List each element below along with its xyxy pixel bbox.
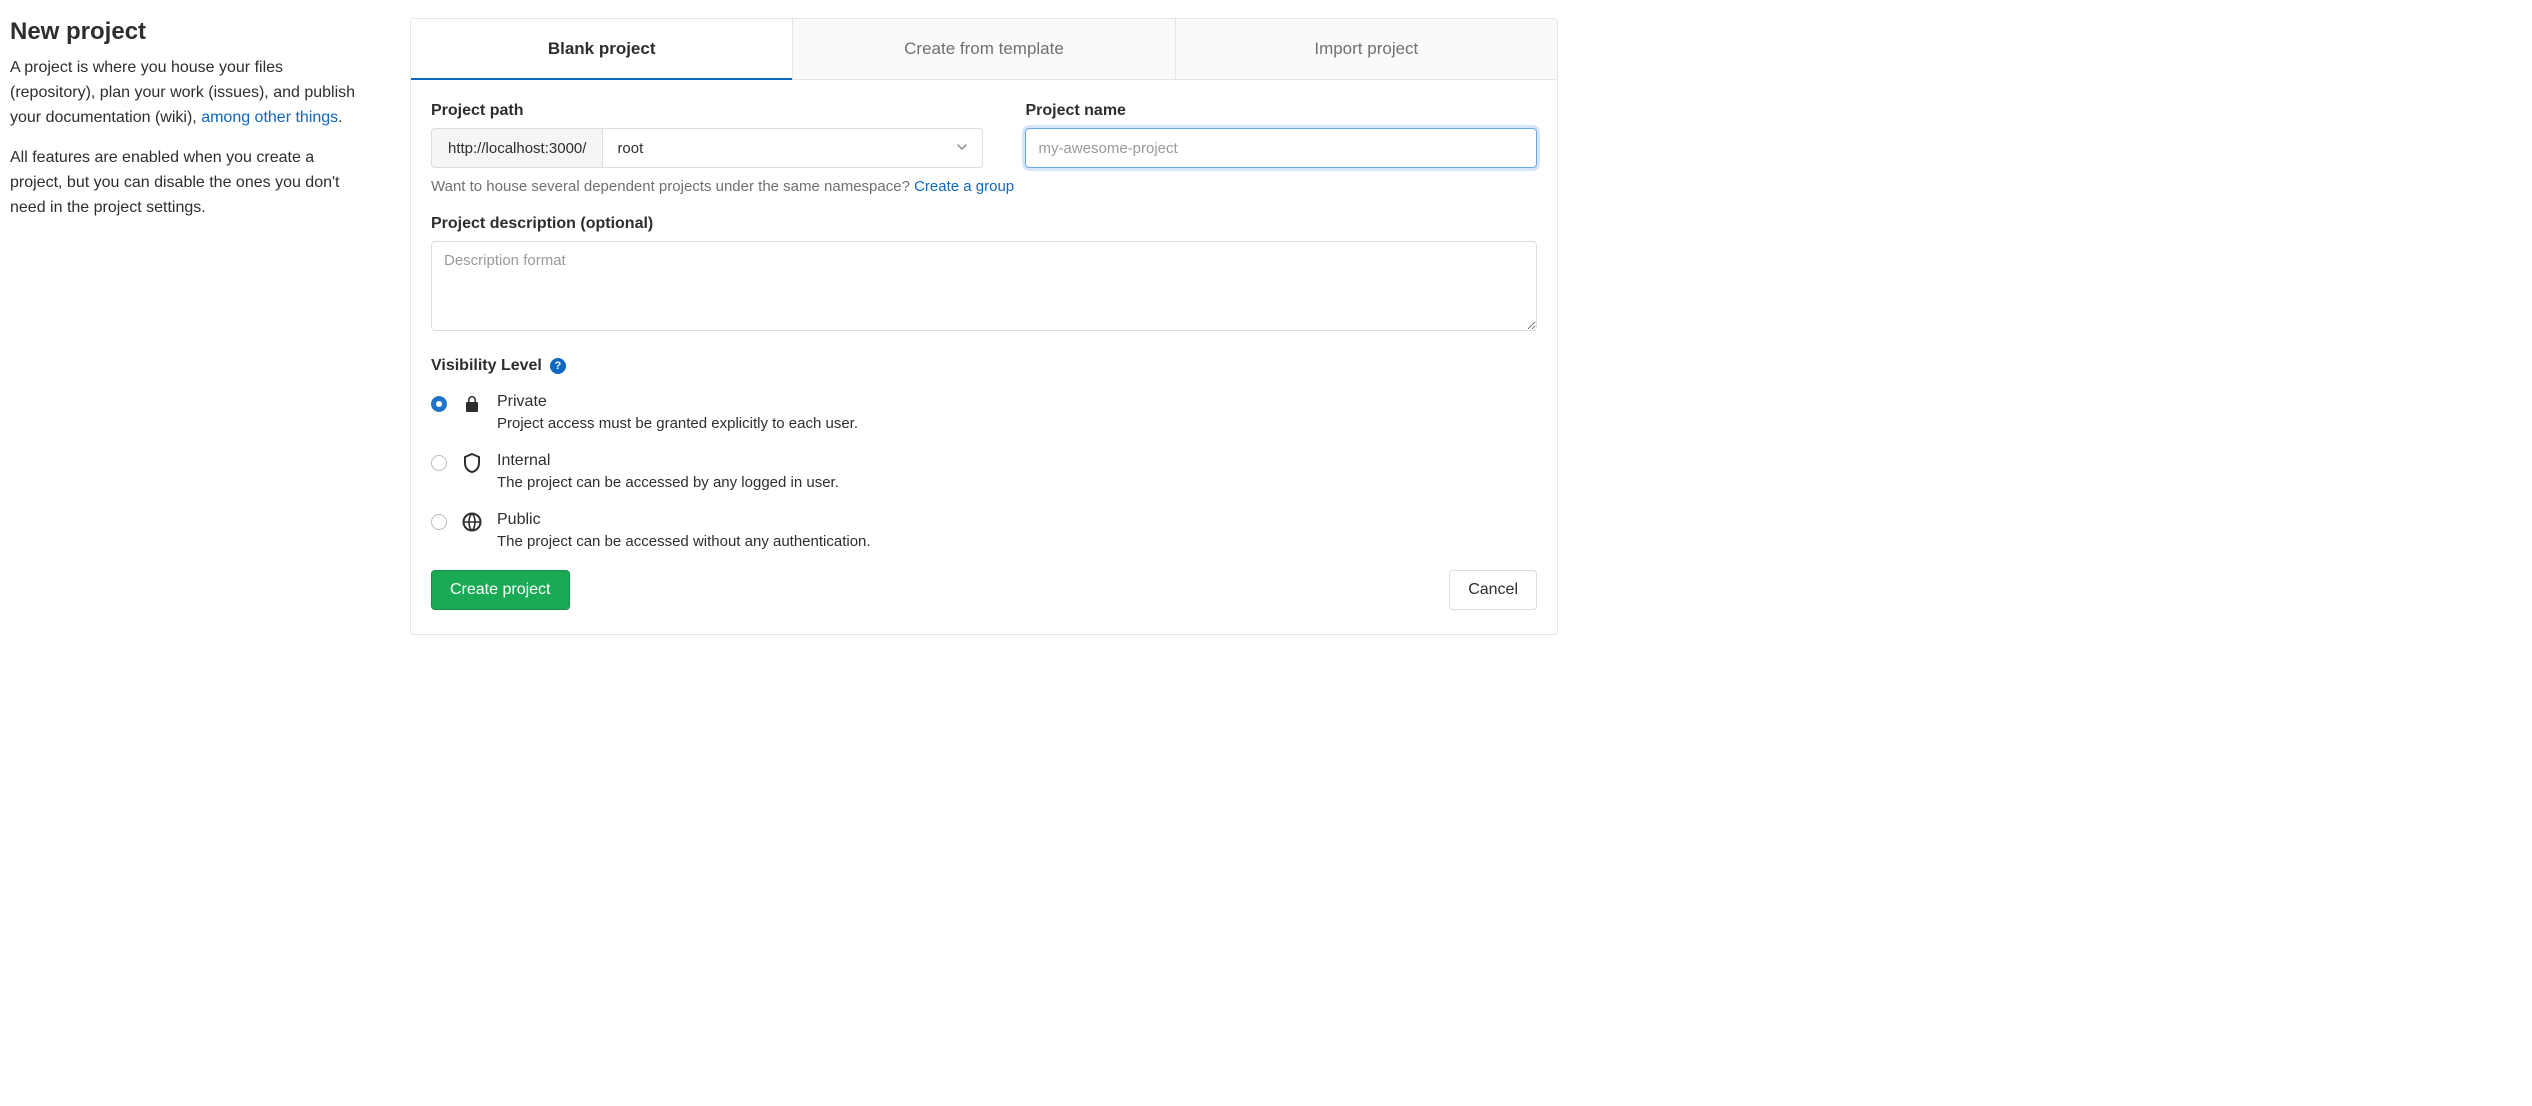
intro-sidebar: New project A project is where you house… bbox=[10, 18, 370, 635]
visibility-public-label: Public bbox=[497, 511, 871, 529]
project-name-input[interactable] bbox=[1025, 128, 1537, 168]
project-description-input[interactable] bbox=[431, 241, 1537, 331]
namespace-selected-value: root bbox=[617, 140, 643, 157]
intro-paragraph: A project is where you house your files … bbox=[10, 56, 370, 130]
visibility-level-label: Visibility Level ? bbox=[431, 357, 1537, 375]
project-path-group: http://localhost:3000/ root bbox=[431, 128, 983, 168]
namespace-hint: Want to house several dependent projects… bbox=[431, 178, 1537, 195]
visibility-internal-desc: The project can be accessed by any logge… bbox=[497, 474, 839, 491]
features-paragraph: All features are enabled when you create… bbox=[10, 146, 370, 220]
tab-import-project[interactable]: Import project bbox=[1176, 19, 1557, 79]
radio-public[interactable] bbox=[431, 514, 447, 530]
project-name-label: Project name bbox=[1025, 102, 1537, 120]
lock-icon bbox=[461, 394, 483, 414]
globe-icon bbox=[461, 512, 483, 532]
create-project-button[interactable]: Create project bbox=[431, 570, 570, 610]
visibility-private-desc: Project access must be granted explicitl… bbox=[497, 415, 858, 432]
project-path-label: Project path bbox=[431, 102, 983, 120]
question-circle-icon[interactable]: ? bbox=[550, 358, 566, 374]
shield-icon bbox=[461, 453, 483, 473]
visibility-public-desc: The project can be accessed without any … bbox=[497, 533, 871, 550]
new-project-panel: Blank project Create from template Impor… bbox=[410, 18, 1558, 635]
project-description-label: Project description (optional) bbox=[431, 215, 1537, 233]
cancel-button[interactable]: Cancel bbox=[1449, 570, 1537, 610]
visibility-private-label: Private bbox=[497, 393, 858, 411]
page-title: New project bbox=[10, 18, 370, 46]
project-path-prefix: http://localhost:3000/ bbox=[432, 129, 603, 167]
among-other-things-link[interactable]: among other things bbox=[201, 109, 338, 126]
radio-private[interactable] bbox=[431, 396, 447, 412]
visibility-option-private[interactable]: Private Project access must be granted e… bbox=[431, 393, 1537, 432]
visibility-option-internal[interactable]: Internal The project can be accessed by … bbox=[431, 452, 1537, 491]
chevron-down-icon bbox=[956, 141, 968, 156]
namespace-select[interactable]: root bbox=[603, 129, 982, 167]
visibility-option-public[interactable]: Public The project can be accessed witho… bbox=[431, 511, 1537, 550]
visibility-internal-label: Internal bbox=[497, 452, 839, 470]
tab-create-from-template[interactable]: Create from template bbox=[793, 19, 1175, 79]
radio-internal[interactable] bbox=[431, 455, 447, 471]
project-type-tabs: Blank project Create from template Impor… bbox=[411, 19, 1557, 80]
tab-blank-project[interactable]: Blank project bbox=[411, 19, 793, 79]
create-group-link[interactable]: Create a group bbox=[914, 178, 1014, 195]
